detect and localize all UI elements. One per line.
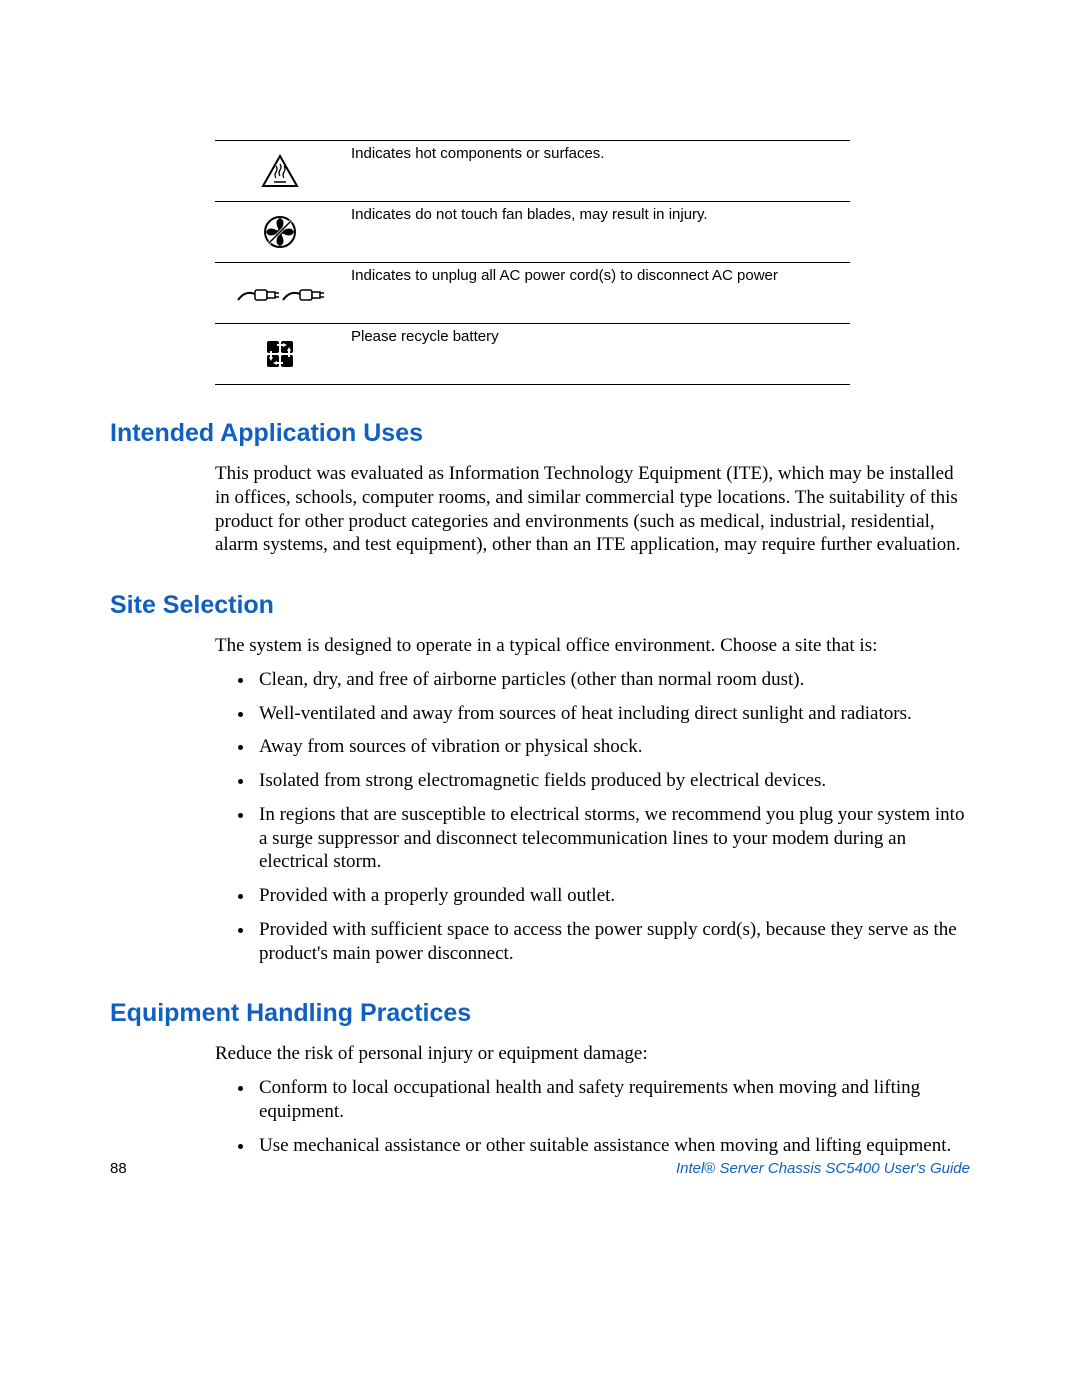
symbol-desc: Indicates to unplug all AC power cord(s)… (345, 263, 850, 324)
body-site: The system is designed to operate in a t… (215, 634, 970, 965)
equip-list: Conform to local occupational health and… (215, 1076, 970, 1157)
footer-title: Intel® Server Chassis SC5400 User's Guid… (676, 1160, 970, 1177)
unplug-power-icon (215, 263, 345, 324)
heading-intended-application-uses: Intended Application Uses (110, 419, 970, 448)
symbol-desc: Please recycle battery (345, 324, 850, 385)
footer-brand: Intel (676, 1160, 704, 1177)
heading-equipment-handling-practices: Equipment Handling Practices (110, 999, 970, 1028)
list-item: In regions that are susceptible to elect… (255, 803, 970, 874)
para: The system is designed to operate in a t… (215, 634, 970, 658)
symbol-desc: Indicates hot components or surfaces. (345, 141, 850, 202)
list-item: Isolated from strong electromagnetic fie… (255, 769, 970, 793)
recycle-battery-icon (215, 324, 345, 385)
page: Indicates hot components or surfaces. In… (0, 0, 1080, 1397)
list-item: Conform to local occupational health and… (255, 1076, 970, 1124)
list-item: Provided with a properly grounded wall o… (255, 884, 970, 908)
footer-title-rest: Server Chassis SC5400 User's Guide (715, 1160, 970, 1177)
para: This product was evaluated as Informatio… (215, 462, 970, 557)
table-row: Indicates do not touch fan blades, may r… (215, 202, 850, 263)
symbol-table: Indicates hot components or surfaces. In… (215, 140, 850, 385)
fan-blade-icon (215, 202, 345, 263)
list-item: Away from sources of vibration or physic… (255, 735, 970, 759)
hot-surface-icon (215, 141, 345, 202)
heading-site-selection: Site Selection (110, 591, 970, 620)
table-row: Indicates hot components or surfaces. (215, 141, 850, 202)
symbol-desc: Indicates do not touch fan blades, may r… (345, 202, 850, 263)
list-item: Well-ventilated and away from sources of… (255, 702, 970, 726)
site-list: Clean, dry, and free of airborne particl… (215, 668, 970, 966)
list-item: Use mechanical assistance or other suita… (255, 1134, 970, 1158)
table-row: Indicates to unplug all AC power cord(s)… (215, 263, 850, 324)
page-number: 88 (110, 1160, 127, 1177)
body-intended: This product was evaluated as Informatio… (215, 462, 970, 557)
registered-mark: ® (704, 1160, 715, 1177)
table-row: Please recycle battery (215, 324, 850, 385)
list-item: Provided with sufficient space to access… (255, 918, 970, 966)
body-equip: Reduce the risk of personal injury or eq… (215, 1042, 970, 1157)
page-footer: 88 Intel® Server Chassis SC5400 User's G… (110, 1160, 970, 1177)
para: Reduce the risk of personal injury or eq… (215, 1042, 970, 1066)
list-item: Clean, dry, and free of airborne particl… (255, 668, 970, 692)
